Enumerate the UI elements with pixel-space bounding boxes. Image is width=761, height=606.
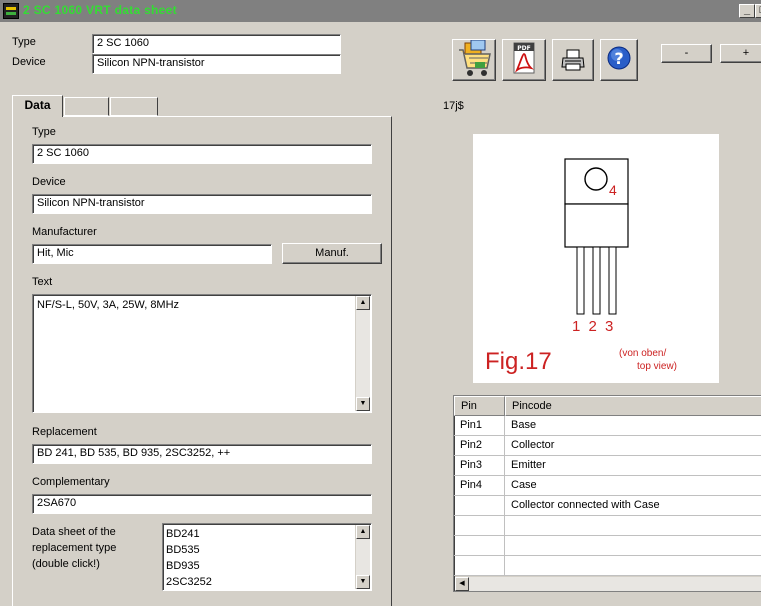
scroll-left-arrow-icon[interactable]: ◀ <box>455 577 469 591</box>
minimize-button[interactable]: _ <box>739 4 755 18</box>
table-cell-pin[interactable]: Pin1 <box>454 416 505 436</box>
tab-pin-number: 4 <box>609 182 617 198</box>
tab-2[interactable] <box>64 97 109 116</box>
pin-table[interactable]: Pin Pincode Pin1 Base Pin2 Collector Pin… <box>453 395 761 592</box>
pin-numbers: 1 2 3 <box>572 318 615 335</box>
zoom-in-button[interactable]: + <box>720 44 761 63</box>
header-type-label: Type <box>12 36 36 48</box>
table-cell-pincode[interactable]: Base <box>505 416 761 436</box>
list-scrollbar[interactable]: ▲ ▼ <box>355 525 370 589</box>
figure-caption: Fig.17 <box>485 348 552 375</box>
table-cell-pincode[interactable]: Collector <box>505 436 761 456</box>
printer-icon <box>561 49 585 71</box>
table-cell-empty[interactable] <box>454 516 505 536</box>
column-header-pin[interactable]: Pin <box>454 396 505 416</box>
replacement-field[interactable]: BD 241, BD 535, BD 935, 2SC3252, ++ <box>32 444 372 464</box>
svg-text:PDF: PDF <box>517 45 530 52</box>
type-label: Type <box>32 126 56 138</box>
table-cell-pin[interactable] <box>454 496 505 516</box>
replacement-label: Replacement <box>32 426 97 438</box>
manuf-button[interactable]: Manuf. <box>282 243 382 264</box>
replacement-listbox[interactable]: BD241 BD535 BD935 2SC3252 <box>162 523 372 591</box>
list-item[interactable]: BD535 <box>166 542 368 558</box>
list-item[interactable]: 2SC3252 <box>166 574 368 590</box>
datasheet-label-2: replacement type <box>32 542 117 554</box>
view-note-1: (von oben/ <box>619 348 667 359</box>
table-cell-pin[interactable]: Pin3 <box>454 456 505 476</box>
table-cell-empty[interactable] <box>505 536 761 556</box>
help-icon: ? <box>607 46 631 70</box>
tab-3[interactable] <box>110 97 158 116</box>
tab-data[interactable]: Data <box>12 95 63 117</box>
window-title: 2 SC 1060 VRT data sheet <box>23 3 177 17</box>
complementary-field[interactable]: 2SA670 <box>32 494 372 514</box>
list-item[interactable]: BD935 <box>166 558 368 574</box>
text-area[interactable]: NF/S-L, 50V, 3A, 25W, 8MHz <box>32 294 372 413</box>
manufacturer-field[interactable]: Hit, Mic <box>32 244 272 264</box>
maximize-button[interactable]: □ <box>755 4 761 18</box>
to220-package-icon <box>564 158 629 315</box>
help-button[interactable]: ? <box>600 39 638 81</box>
title-bar[interactable]: 2 SC 1060 VRT data sheet _ □ <box>0 0 761 22</box>
device-field[interactable]: Silicon NPN-transistor <box>32 194 372 214</box>
type-field[interactable]: 2 SC 1060 <box>32 144 372 164</box>
table-cell-pin[interactable]: Pin2 <box>454 436 505 456</box>
pdf-button[interactable]: PDF <box>502 39 546 81</box>
scroll-down-arrow-icon[interactable]: ▼ <box>356 397 370 411</box>
datasheet-label-1: Data sheet of the <box>32 526 116 538</box>
text-label: Text <box>32 276 53 288</box>
table-cell-empty[interactable] <box>505 516 761 536</box>
table-cell-empty[interactable] <box>505 556 761 576</box>
scroll-up-arrow-icon[interactable]: ▲ <box>356 296 370 310</box>
table-cell-pincode[interactable]: Case <box>505 476 761 496</box>
table-cell-empty[interactable] <box>454 536 505 556</box>
text-scrollbar[interactable]: ▲ ▼ <box>355 296 370 411</box>
svg-text:?: ? <box>614 49 623 68</box>
view-note-2: top view) <box>637 361 678 372</box>
list-item[interactable]: BD241 <box>166 526 368 542</box>
pdf-icon: PDF <box>513 42 535 74</box>
scroll-up-arrow-icon[interactable]: ▲ <box>356 525 370 539</box>
datasheet-label-3: (double click!) <box>32 558 100 570</box>
table-hscrollbar[interactable]: ◀ <box>455 576 761 591</box>
manufacturer-label: Manufacturer <box>32 226 97 238</box>
device-label: Device <box>32 176 66 188</box>
zoom-out-button[interactable]: - <box>661 44 712 63</box>
print-button[interactable] <box>552 39 594 81</box>
table-cell-pin[interactable]: Pin4 <box>454 476 505 496</box>
header-device-label: Device <box>12 56 46 68</box>
package-drawing: 4 1 2 3 Fig.17 (von oben/ top view) <box>473 134 719 383</box>
header-type-field[interactable]: 2 SC 1060 <box>92 34 341 54</box>
column-header-pincode[interactable]: Pincode <box>505 396 761 416</box>
complementary-label: Complementary <box>32 476 110 488</box>
table-cell-pincode[interactable]: Collector connected with Case <box>505 496 761 516</box>
scroll-down-arrow-icon[interactable]: ▼ <box>356 575 370 589</box>
table-cell-pincode[interactable]: Emitter <box>505 456 761 476</box>
table-cell-empty[interactable] <box>454 556 505 576</box>
figure-code: 17j$ <box>443 100 464 112</box>
app-icon[interactable] <box>3 3 19 19</box>
shopping-cart-icon <box>459 40 491 76</box>
header-device-field[interactable]: Silicon NPN-transistor <box>92 54 341 74</box>
text-value: NF/S-L, 50V, 3A, 25W, 8MHz <box>37 299 180 311</box>
shop-button[interactable] <box>452 39 496 81</box>
